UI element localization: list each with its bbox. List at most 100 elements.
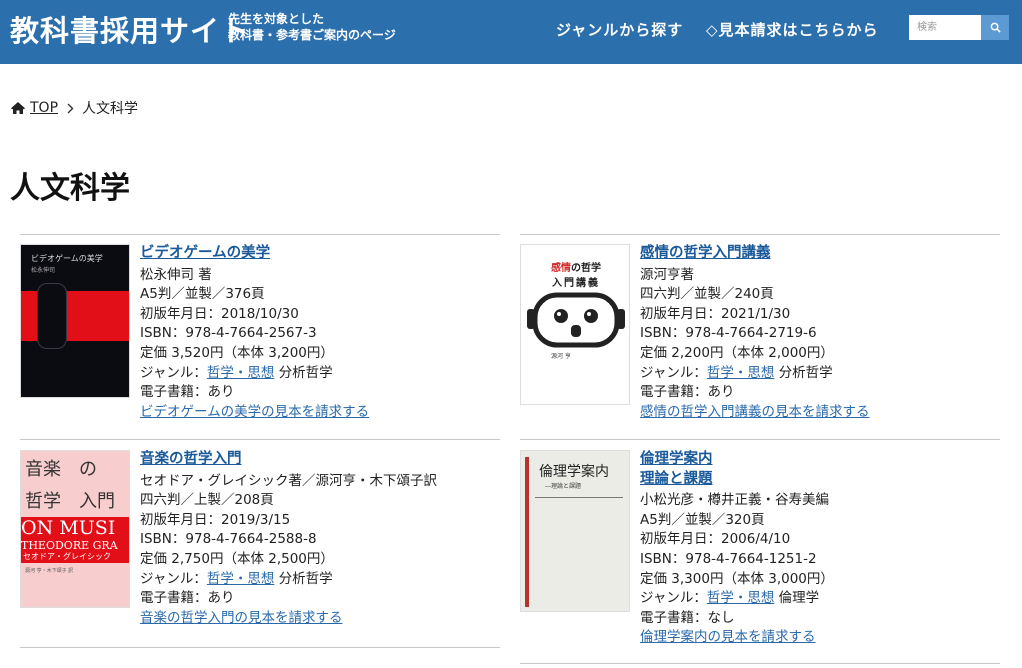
- genre-prefix: ジャンル：: [140, 364, 207, 381]
- cover-author-kana: セオドア・グレイシック: [23, 552, 111, 561]
- book-cover[interactable]: 音楽 の 哲学 入門 ON MUSI THEODORE GRA セオドア・グレイ…: [20, 450, 130, 608]
- book-title-link[interactable]: 音楽の哲学入門: [140, 450, 437, 470]
- genre-link[interactable]: 哲学・思想: [207, 571, 275, 587]
- breadcrumb-current: 人文科学: [82, 101, 139, 117]
- book-cover[interactable]: ビデオゲームの美学 松永伸司: [20, 244, 130, 398]
- cover-title-black: の哲学: [571, 263, 601, 274]
- breadcrumb: TOP 人文科学: [10, 98, 138, 118]
- book-cover[interactable]: 感情の哲学 入門講義 源河 亨: [520, 244, 630, 405]
- genre-sub: 倫理学: [774, 590, 820, 607]
- search-button[interactable]: [981, 15, 1009, 40]
- book-price: 定価 3,300円（本体 3,000円）: [640, 570, 834, 587]
- site-title[interactable]: 教科書採用サイト: [10, 8, 250, 50]
- sample-request-link[interactable]: 音楽の哲学入門の見本を請求する: [140, 609, 437, 629]
- page-title: 人文科学: [10, 171, 130, 206]
- cover-subtitle-text: 入門講義: [552, 278, 600, 289]
- book-price: 定価 2,200円（本体 2,000円）: [640, 344, 834, 361]
- cover-rule: [535, 497, 623, 498]
- book-ebook: 電子書籍：あり: [140, 384, 235, 401]
- book-info: 感情の哲学入門講義 源河亨著 四六判／並製／240頁 初版年月日：2021/1/…: [640, 244, 870, 422]
- genre-link[interactable]: 哲学・思想: [707, 590, 775, 606]
- book-author: 松永伸司 著: [140, 266, 212, 283]
- search-input[interactable]: [909, 15, 981, 40]
- divider: [20, 234, 500, 235]
- chevron-right-icon: [67, 103, 74, 114]
- book-isbn: ISBN：978-4-7664-1251-2: [640, 550, 817, 567]
- site-header: 教科書採用サイト 先生を対象とした 教科書・参考書ご案内のページ ジャンルから探…: [0, 0, 1022, 64]
- book-format: A5判／並製／320頁: [640, 511, 765, 528]
- book-item: ビデオゲームの美学 松永伸司 ビデオゲームの美学 松永伸司 著 A5判／並製／3…: [20, 244, 500, 434]
- book-ebook: 電子書籍：あり: [640, 384, 735, 401]
- divider: [20, 647, 500, 648]
- book-date: 初版年月日：2006/4/10: [640, 531, 791, 548]
- book-title-link[interactable]: 倫理学案内 理論と課題: [640, 450, 834, 489]
- book-format: 四六判／上製／208頁: [140, 492, 274, 509]
- book-format: A5判／並製／376頁: [140, 286, 265, 303]
- cover-subtitle-text: ―理論と課題: [545, 483, 582, 490]
- book-author: 小松光彦・樽井正義・谷寿美編: [640, 492, 829, 509]
- book-ebook: 電子書籍：なし: [640, 609, 735, 626]
- cover-side-stripe: [525, 457, 529, 607]
- book-title-link[interactable]: ビデオゲームの美学: [140, 244, 369, 264]
- book-isbn: ISBN：978-4-7664-2567-3: [140, 325, 317, 342]
- site-subtitle: 先生を対象とした 教科書・参考書ご案内のページ: [228, 11, 396, 43]
- book-genre: ジャンル：哲学・思想 分析哲学: [140, 570, 437, 590]
- genre-link[interactable]: 哲学・思想: [207, 365, 275, 381]
- book-item: 音楽 の 哲学 入門 ON MUSI THEODORE GRA セオドア・グレイ…: [20, 450, 500, 645]
- cover-title-red: 感情: [551, 263, 571, 274]
- book-info: 音楽の哲学入門 セオドア・グレイシック著／源河亨・木下頌子訳 四六判／上製／20…: [140, 450, 437, 628]
- book-date: 初版年月日：2019/3/15: [140, 511, 291, 528]
- breadcrumb-home-label[interactable]: TOP: [30, 100, 58, 116]
- sample-request-link[interactable]: 感情の哲学入門講義の見本を請求する: [640, 403, 870, 423]
- cover-translators: 源河 亨・木下頌子 訳: [25, 568, 74, 574]
- book-cover[interactable]: 倫理学案内 ―理論と課題: [520, 450, 630, 612]
- book-info: ビデオゲームの美学 松永伸司 著 A5判／並製／376頁 初版年月日：2018/…: [140, 244, 369, 422]
- divider: [520, 234, 1000, 235]
- cover-author-text: 松永伸司: [31, 267, 56, 274]
- cover-author-text: 源河 亨: [551, 353, 571, 360]
- book-title-link[interactable]: 感情の哲学入門講義: [640, 244, 870, 264]
- book-genre: ジャンル：哲学・思想 分析哲学: [140, 364, 369, 384]
- cover-dark-shape: [37, 283, 67, 349]
- book-item: 感情の哲学 入門講義 源河 亨 感情の哲学入門講義 源河亨著 四六判／並製／24…: [520, 244, 1000, 434]
- robot-face-icon: [527, 292, 625, 348]
- sample-request-link[interactable]: ビデオゲームの美学の見本を請求する: [140, 403, 369, 423]
- book-genre: ジャンル：哲学・思想 分析哲学: [640, 364, 870, 384]
- genre-prefix: ジャンル：: [140, 570, 207, 587]
- book-author: 源河亨著: [640, 266, 694, 283]
- book-date: 初版年月日：2021/1/30: [640, 305, 791, 322]
- search-icon: [990, 22, 1001, 33]
- site-subtitle-line1: 先生を対象とした: [228, 12, 325, 26]
- nav-sample-request[interactable]: ◇見本請求はこちらから: [706, 19, 879, 40]
- book-isbn: ISBN：978-4-7664-2719-6: [640, 325, 817, 342]
- home-icon: [11, 102, 25, 114]
- book-title-line2[interactable]: 理論と課題: [640, 470, 834, 490]
- book-ebook: 電子書籍：あり: [140, 590, 235, 607]
- breadcrumb-home[interactable]: TOP: [10, 100, 58, 116]
- book-format: 四六判／並製／240頁: [640, 286, 774, 303]
- divider: [520, 439, 1000, 440]
- book-isbn: ISBN：978-4-7664-2588-8: [140, 531, 317, 548]
- sample-request-link[interactable]: 倫理学案内の見本を請求する: [640, 628, 834, 648]
- book-price: 定価 2,750円（本体 2,500円）: [140, 550, 334, 567]
- book-author: セオドア・グレイシック著／源河亨・木下頌子訳: [140, 472, 437, 489]
- site-subtitle-line2: 教科書・参考書ご案内のページ: [228, 28, 396, 42]
- cover-title-text: 倫理学案内: [539, 464, 609, 480]
- genre-sub: 分析哲学: [274, 364, 333, 381]
- cover-english-title: ON MUSI: [21, 517, 116, 539]
- genre-prefix: ジャンル：: [640, 590, 707, 607]
- book-genre: ジャンル：哲学・思想 倫理学: [640, 589, 834, 609]
- nav-genre[interactable]: ジャンルから探す: [556, 19, 683, 40]
- book-title-line1[interactable]: 倫理学案内: [640, 450, 834, 470]
- genre-link[interactable]: 哲学・思想: [707, 365, 775, 381]
- book-info: 倫理学案内 理論と課題 小松光彦・樽井正義・谷寿美編 A5判／並製／320頁 初…: [640, 450, 834, 648]
- book-price: 定価 3,520円（本体 3,200円）: [140, 344, 334, 361]
- cover-title-line2: 哲学 入門: [25, 491, 115, 512]
- book-item: 倫理学案内 ―理論と課題 倫理学案内 理論と課題 小松光彦・樽井正義・谷寿美編 …: [520, 450, 1000, 660]
- book-date: 初版年月日：2018/10/30: [140, 305, 299, 322]
- genre-prefix: ジャンル：: [640, 364, 707, 381]
- genre-sub: 分析哲学: [274, 570, 333, 587]
- cover-title-text: ビデオゲームの美学: [31, 254, 103, 263]
- cover-title-line1: 音楽 の: [25, 459, 97, 480]
- genre-sub: 分析哲学: [774, 364, 833, 381]
